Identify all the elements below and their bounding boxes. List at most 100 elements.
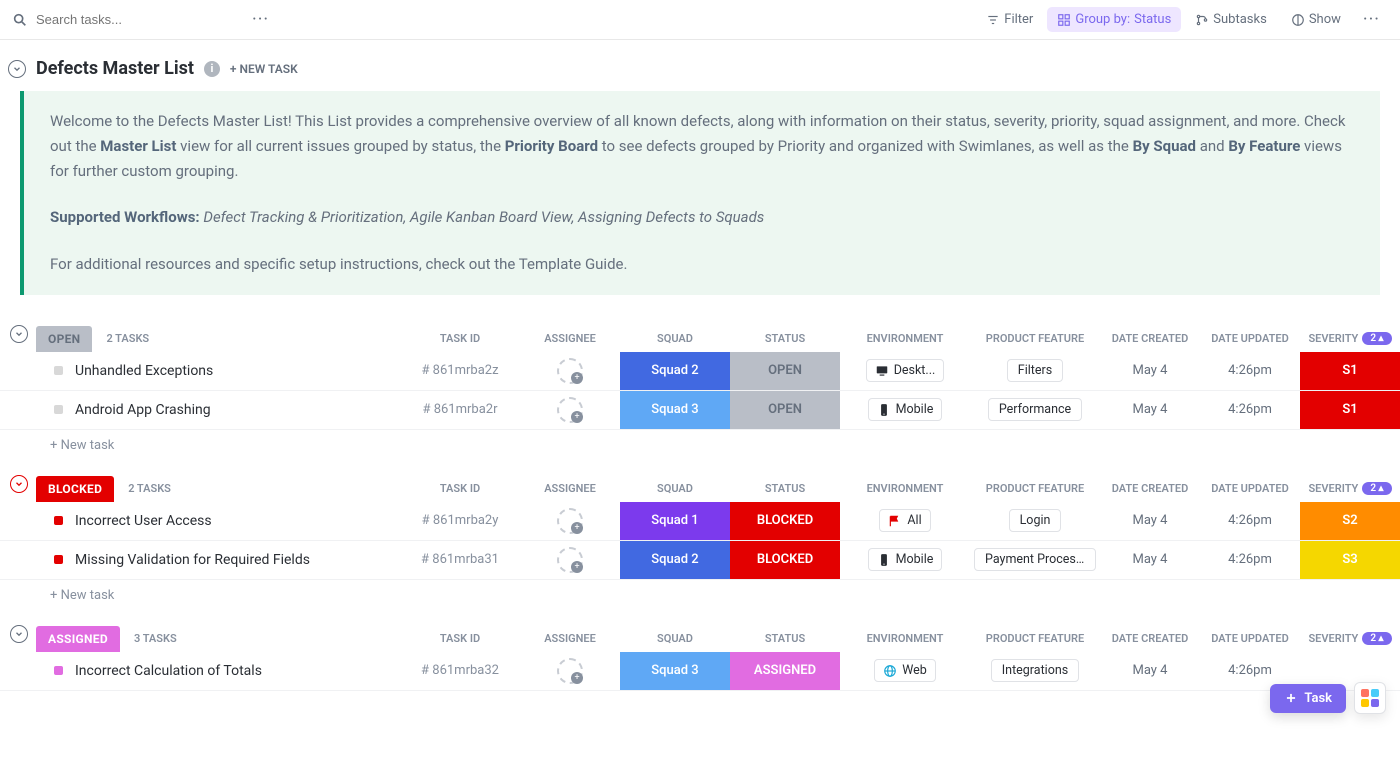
col-env[interactable]: ENVIRONMENT: [840, 632, 970, 645]
taskid-cell[interactable]: # 861mrba31: [400, 552, 520, 567]
status-cell[interactable]: ASSIGNED: [730, 652, 840, 690]
taskid-cell[interactable]: # 861mrba32: [400, 663, 520, 678]
status-cell[interactable]: BLOCKED: [730, 541, 840, 579]
col-assignee[interactable]: ASSIGNEE: [520, 482, 620, 495]
col-dateu[interactable]: DATE UPDATED: [1200, 332, 1300, 345]
product-feature-cell[interactable]: Filters: [970, 359, 1100, 382]
severity-sort-badge[interactable]: 2 ▴: [1362, 482, 1391, 495]
col-dateu[interactable]: DATE UPDATED: [1200, 482, 1300, 495]
group-collapse-toggle[interactable]: [10, 475, 28, 493]
product-feature-cell[interactable]: Login: [970, 509, 1100, 532]
col-prod[interactable]: PRODUCT FEATURE: [970, 632, 1100, 645]
col-assignee[interactable]: ASSIGNEE: [520, 332, 620, 345]
environment-cell[interactable]: All: [840, 509, 970, 532]
new-task-link[interactable]: + NEW TASK: [230, 62, 298, 76]
search-input[interactable]: [36, 12, 236, 27]
task-name-cell[interactable]: Unhandled Exceptions: [36, 363, 400, 379]
new-task-row[interactable]: + New task: [0, 430, 1400, 461]
col-assignee[interactable]: ASSIGNEE: [520, 632, 620, 645]
status-pill[interactable]: ASSIGNED: [36, 626, 120, 652]
search-more-icon[interactable]: ···: [244, 9, 277, 30]
taskid-cell[interactable]: # 861mrba2r: [400, 402, 520, 417]
assignee-cell[interactable]: +: [520, 397, 620, 423]
group-collapse-toggle[interactable]: [10, 325, 28, 343]
assignee-avatar-placeholder[interactable]: +: [557, 658, 583, 684]
severity-cell[interactable]: S1: [1300, 391, 1400, 429]
col-env[interactable]: ENVIRONMENT: [840, 332, 970, 345]
task-name-cell[interactable]: Android App Crashing: [36, 402, 400, 418]
assignee-cell[interactable]: +: [520, 508, 620, 534]
create-task-fab[interactable]: Task: [1270, 684, 1346, 713]
task-row[interactable]: Incorrect User Access # 861mrba2y + Squa…: [0, 502, 1400, 541]
assignee-cell[interactable]: +: [520, 358, 620, 384]
status-pill[interactable]: OPEN: [36, 326, 92, 352]
col-taskid[interactable]: TASK ID: [400, 332, 520, 345]
col-severity[interactable]: SEVERITY2 ▴: [1300, 632, 1400, 645]
col-squad[interactable]: SQUAD: [620, 482, 730, 495]
col-prod[interactable]: PRODUCT FEATURE: [970, 482, 1100, 495]
info-icon[interactable]: i: [204, 61, 220, 77]
groupby-button[interactable]: Group by: Status: [1047, 7, 1181, 32]
top-more-icon[interactable]: ···: [1355, 9, 1388, 30]
task-name-cell[interactable]: Incorrect User Access: [36, 513, 400, 529]
collapse-list-toggle[interactable]: [8, 60, 26, 78]
apps-fab[interactable]: [1354, 682, 1386, 714]
environment-cell[interactable]: Mobile: [840, 398, 970, 421]
assignee-cell[interactable]: +: [520, 658, 620, 684]
task-row[interactable]: Android App Crashing # 861mrba2r + Squad…: [0, 391, 1400, 430]
squad-cell[interactable]: Squad 3: [620, 391, 730, 429]
squad-cell[interactable]: Squad 2: [620, 352, 730, 390]
col-taskid[interactable]: TASK ID: [400, 482, 520, 495]
severity-sort-badge[interactable]: 2 ▴: [1362, 332, 1391, 345]
severity-cell[interactable]: S1: [1300, 352, 1400, 390]
col-squad[interactable]: SQUAD: [620, 632, 730, 645]
assignee-avatar-placeholder[interactable]: +: [557, 547, 583, 573]
task-row[interactable]: Unhandled Exceptions # 861mrba2z + Squad…: [0, 352, 1400, 391]
env-tag: Mobile: [868, 398, 943, 421]
show-button[interactable]: Show: [1281, 7, 1351, 32]
task-name-cell[interactable]: Incorrect Calculation of Totals: [36, 663, 400, 679]
product-feature-cell[interactable]: Integrations: [970, 659, 1100, 682]
col-dateu[interactable]: DATE UPDATED: [1200, 632, 1300, 645]
assignee-cell[interactable]: +: [520, 547, 620, 573]
filter-button[interactable]: Filter: [976, 7, 1043, 32]
col-severity[interactable]: SEVERITY2 ▴: [1300, 482, 1400, 495]
squad-cell[interactable]: Squad 1: [620, 502, 730, 540]
environment-cell[interactable]: Web: [840, 659, 970, 682]
assignee-avatar-placeholder[interactable]: +: [557, 397, 583, 423]
taskid-cell[interactable]: # 861mrba2z: [400, 363, 520, 378]
product-feature-cell[interactable]: Performance: [970, 398, 1100, 421]
assignee-avatar-placeholder[interactable]: +: [557, 358, 583, 384]
environment-cell[interactable]: Deskt...: [840, 359, 970, 382]
col-squad[interactable]: SQUAD: [620, 332, 730, 345]
col-status[interactable]: STATUS: [730, 632, 840, 645]
col-datec[interactable]: DATE CREATED: [1100, 332, 1200, 345]
col-datec[interactable]: DATE CREATED: [1100, 482, 1200, 495]
status-cell[interactable]: BLOCKED: [730, 502, 840, 540]
squad-cell[interactable]: Squad 3: [620, 652, 730, 690]
task-row[interactable]: Missing Validation for Required Fields #…: [0, 541, 1400, 580]
squad-cell[interactable]: Squad 2: [620, 541, 730, 579]
col-status[interactable]: STATUS: [730, 332, 840, 345]
col-status[interactable]: STATUS: [730, 482, 840, 495]
status-cell[interactable]: OPEN: [730, 391, 840, 429]
status-pill[interactable]: BLOCKED: [36, 476, 114, 502]
severity-sort-badge[interactable]: 2 ▴: [1362, 632, 1391, 645]
col-prod[interactable]: PRODUCT FEATURE: [970, 332, 1100, 345]
severity-cell[interactable]: S3: [1300, 541, 1400, 579]
col-env[interactable]: ENVIRONMENT: [840, 482, 970, 495]
col-severity[interactable]: SEVERITY2 ▴: [1300, 332, 1400, 345]
product-feature-cell[interactable]: Payment Processing: [970, 548, 1100, 571]
task-name-cell[interactable]: Missing Validation for Required Fields: [36, 552, 400, 568]
group-collapse-toggle[interactable]: [10, 625, 28, 643]
col-taskid[interactable]: TASK ID: [400, 632, 520, 645]
task-row[interactable]: Incorrect Calculation of Totals # 861mrb…: [0, 652, 1400, 691]
status-cell[interactable]: OPEN: [730, 352, 840, 390]
environment-cell[interactable]: Mobile: [840, 548, 970, 571]
severity-cell[interactable]: S2: [1300, 502, 1400, 540]
taskid-cell[interactable]: # 861mrba2y: [400, 513, 520, 528]
subtasks-button[interactable]: Subtasks: [1185, 7, 1277, 32]
new-task-row[interactable]: + New task: [0, 580, 1400, 611]
assignee-avatar-placeholder[interactable]: +: [557, 508, 583, 534]
col-datec[interactable]: DATE CREATED: [1100, 632, 1200, 645]
